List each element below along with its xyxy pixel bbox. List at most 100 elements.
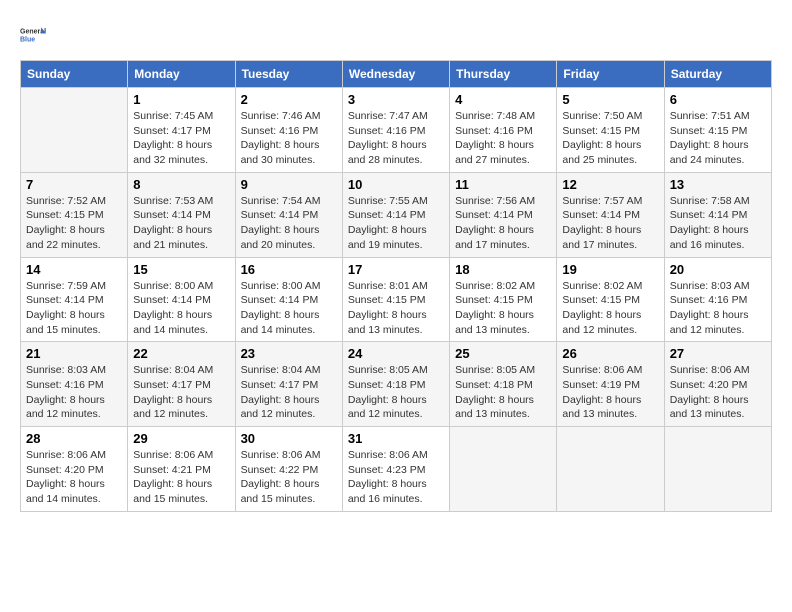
- day-number: 10: [348, 177, 444, 192]
- calendar-cell: 30 Sunrise: 8:06 AMSunset: 4:22 PMDayligh…: [235, 427, 342, 512]
- day-number: 28: [26, 431, 122, 446]
- weekday-header: Monday: [128, 61, 235, 88]
- day-number: 18: [455, 262, 551, 277]
- day-info: Sunrise: 8:00 AMSunset: 4:14 PMDaylight:…: [133, 279, 229, 338]
- calendar-cell: 3 Sunrise: 7:47 AMSunset: 4:16 PMDaylight…: [342, 88, 449, 173]
- calendar-cell: 4 Sunrise: 7:48 AMSunset: 4:16 PMDaylight…: [450, 88, 557, 173]
- day-info: Sunrise: 7:54 AMSunset: 4:14 PMDaylight:…: [241, 194, 337, 253]
- day-info: Sunrise: 8:06 AMSunset: 4:19 PMDaylight:…: [562, 363, 658, 422]
- day-info: Sunrise: 7:58 AMSunset: 4:14 PMDaylight:…: [670, 194, 766, 253]
- calendar-cell: 16Sunrise: 8:00 AMSunset: 4:14 PMDayligh…: [235, 257, 342, 342]
- calendar-cell: [664, 427, 771, 512]
- day-info: Sunrise: 8:06 AMSunset: 4:23 PMDaylight:…: [348, 448, 444, 507]
- calendar-header-row: SundayMondayTuesdayWednesdayThursdayFrid…: [21, 61, 772, 88]
- day-info: Sunrise: 7:56 AMSunset: 4:14 PMDaylight:…: [455, 194, 551, 253]
- calendar-cell: 19 Sunrise: 8:02 AMSunset: 4:15 PMDayligh…: [557, 257, 664, 342]
- calendar-table: SundayMondayTuesdayWednesdayThursdayFrid…: [20, 60, 772, 512]
- calendar-cell: 31Sunrise: 8:06 AMSunset: 4:23 PMDayligh…: [342, 427, 449, 512]
- day-info: Sunrise: 7:53 AMSunset: 4:14 PMDaylight:…: [133, 194, 229, 253]
- day-info: Sunrise: 7:48 AMSunset: 4:16 PMDaylight:…: [455, 109, 551, 168]
- calendar-cell: 13 Sunrise: 7:58 AMSunset: 4:14 PMDayligh…: [664, 172, 771, 257]
- calendar-cell: 5Sunrise: 7:50 AMSunset: 4:15 PMDaylight…: [557, 88, 664, 173]
- day-number: 19: [562, 262, 658, 277]
- calendar-cell: 21 Sunrise: 8:03 AMSunset: 4:16 PMDayligh…: [21, 342, 128, 427]
- day-number: 26: [562, 346, 658, 361]
- day-info: Sunrise: 7:46 AMSunset: 4:16 PMDaylight:…: [241, 109, 337, 168]
- day-number: 16: [241, 262, 337, 277]
- day-number: 8: [133, 177, 229, 192]
- day-number: 29: [133, 431, 229, 446]
- calendar-cell: 24 Sunrise: 8:05 AMSunset: 4:18 PMDayligh…: [342, 342, 449, 427]
- day-info: Sunrise: 8:03 AMSunset: 4:16 PMDaylight:…: [670, 279, 766, 338]
- day-number: 30: [241, 431, 337, 446]
- weekday-header: Saturday: [664, 61, 771, 88]
- day-number: 14: [26, 262, 122, 277]
- day-info: Sunrise: 8:04 AMSunset: 4:17 PMDaylight:…: [241, 363, 337, 422]
- calendar-cell: 17Sunrise: 8:01 AMSunset: 4:15 PMDayligh…: [342, 257, 449, 342]
- calendar-cell: 8 Sunrise: 7:53 AMSunset: 4:14 PMDaylight…: [128, 172, 235, 257]
- day-number: 7: [26, 177, 122, 192]
- day-info: Sunrise: 7:45 AMSunset: 4:17 PMDaylight:…: [133, 109, 229, 168]
- calendar-cell: 9 Sunrise: 7:54 AMSunset: 4:14 PMDaylight…: [235, 172, 342, 257]
- weekday-header: Sunday: [21, 61, 128, 88]
- calendar-cell: 23 Sunrise: 8:04 AMSunset: 4:17 PMDayligh…: [235, 342, 342, 427]
- calendar-cell: 14Sunrise: 7:59 AMSunset: 4:14 PMDayligh…: [21, 257, 128, 342]
- day-info: Sunrise: 7:52 AMSunset: 4:15 PMDaylight:…: [26, 194, 122, 253]
- day-number: 24: [348, 346, 444, 361]
- weekday-header: Tuesday: [235, 61, 342, 88]
- day-number: 20: [670, 262, 766, 277]
- day-number: 2: [241, 92, 337, 107]
- svg-text:Blue: Blue: [20, 36, 35, 43]
- calendar-cell: [450, 427, 557, 512]
- day-number: 11: [455, 177, 551, 192]
- day-number: 22: [133, 346, 229, 361]
- calendar-cell: 18 Sunrise: 8:02 AMSunset: 4:15 PMDayligh…: [450, 257, 557, 342]
- day-number: 3: [348, 92, 444, 107]
- weekday-header: Thursday: [450, 61, 557, 88]
- day-number: 4: [455, 92, 551, 107]
- day-info: Sunrise: 7:47 AMSunset: 4:16 PMDaylight:…: [348, 109, 444, 168]
- calendar-cell: 10 Sunrise: 7:55 AMSunset: 4:14 PMDayligh…: [342, 172, 449, 257]
- calendar-week-row: 1 Sunrise: 7:45 AMSunset: 4:17 PMDaylight…: [21, 88, 772, 173]
- day-number: 12: [562, 177, 658, 192]
- day-number: 13: [670, 177, 766, 192]
- day-number: 6: [670, 92, 766, 107]
- day-number: 21: [26, 346, 122, 361]
- weekday-header: Friday: [557, 61, 664, 88]
- calendar-week-row: 7 Sunrise: 7:52 AMSunset: 4:15 PMDaylight…: [21, 172, 772, 257]
- calendar-week-row: 14Sunrise: 7:59 AMSunset: 4:14 PMDayligh…: [21, 257, 772, 342]
- logo: GeneralBlue: [20, 20, 50, 50]
- day-info: Sunrise: 7:50 AMSunset: 4:15 PMDaylight:…: [562, 109, 658, 168]
- day-info: Sunrise: 8:05 AMSunset: 4:18 PMDaylight:…: [455, 363, 551, 422]
- calendar-cell: 11 Sunrise: 7:56 AMSunset: 4:14 PMDayligh…: [450, 172, 557, 257]
- logo-icon: GeneralBlue: [20, 20, 50, 50]
- day-number: 25: [455, 346, 551, 361]
- calendar-cell: 2 Sunrise: 7:46 AMSunset: 4:16 PMDaylight…: [235, 88, 342, 173]
- calendar-cell: 28 Sunrise: 8:06 AMSunset: 4:20 PMDayligh…: [21, 427, 128, 512]
- day-info: Sunrise: 7:51 AMSunset: 4:15 PMDaylight:…: [670, 109, 766, 168]
- day-number: 1: [133, 92, 229, 107]
- calendar-cell: 25 Sunrise: 8:05 AMSunset: 4:18 PMDayligh…: [450, 342, 557, 427]
- day-number: 17: [348, 262, 444, 277]
- day-number: 23: [241, 346, 337, 361]
- day-info: Sunrise: 8:02 AMSunset: 4:15 PMDaylight:…: [455, 279, 551, 338]
- day-info: Sunrise: 8:06 AMSunset: 4:22 PMDaylight:…: [241, 448, 337, 507]
- calendar-cell: 27 Sunrise: 8:06 AMSunset: 4:20 PMDayligh…: [664, 342, 771, 427]
- calendar-cell: 22 Sunrise: 8:04 AMSunset: 4:17 PMDayligh…: [128, 342, 235, 427]
- day-number: 9: [241, 177, 337, 192]
- calendar-cell: 29Sunrise: 8:06 AMSunset: 4:21 PMDayligh…: [128, 427, 235, 512]
- calendar-cell: 7 Sunrise: 7:52 AMSunset: 4:15 PMDaylight…: [21, 172, 128, 257]
- day-info: Sunrise: 8:04 AMSunset: 4:17 PMDaylight:…: [133, 363, 229, 422]
- calendar-cell: [557, 427, 664, 512]
- day-number: 27: [670, 346, 766, 361]
- day-info: Sunrise: 8:05 AMSunset: 4:18 PMDaylight:…: [348, 363, 444, 422]
- day-info: Sunrise: 8:06 AMSunset: 4:20 PMDaylight:…: [670, 363, 766, 422]
- day-info: Sunrise: 8:03 AMSunset: 4:16 PMDaylight:…: [26, 363, 122, 422]
- page-header: GeneralBlue: [20, 20, 772, 50]
- day-info: Sunrise: 8:02 AMSunset: 4:15 PMDaylight:…: [562, 279, 658, 338]
- calendar-cell: 12Sunrise: 7:57 AMSunset: 4:14 PMDayligh…: [557, 172, 664, 257]
- calendar-cell: 26 Sunrise: 8:06 AMSunset: 4:19 PMDayligh…: [557, 342, 664, 427]
- calendar-cell: 15Sunrise: 8:00 AMSunset: 4:14 PMDayligh…: [128, 257, 235, 342]
- day-info: Sunrise: 7:55 AMSunset: 4:14 PMDaylight:…: [348, 194, 444, 253]
- day-info: Sunrise: 8:06 AMSunset: 4:20 PMDaylight:…: [26, 448, 122, 507]
